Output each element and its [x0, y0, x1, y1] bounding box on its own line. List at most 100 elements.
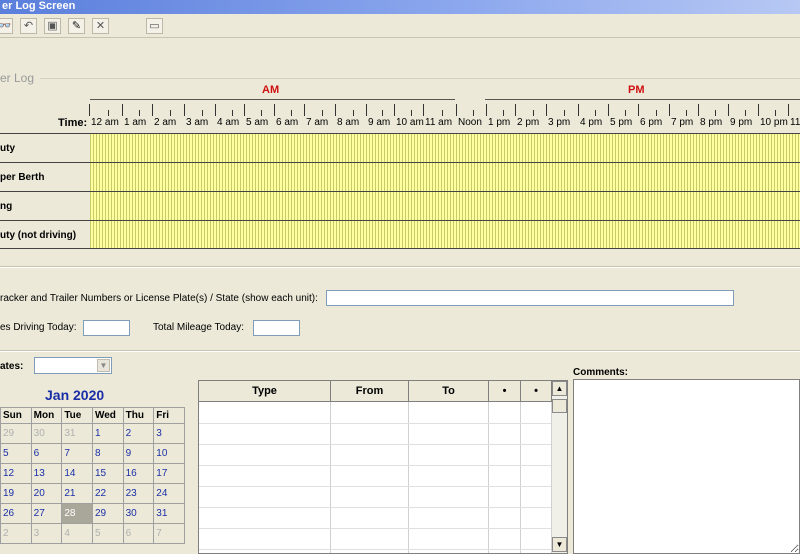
calendar-day[interactable]: 7 — [153, 523, 185, 544]
calendar-day[interactable]: 13 — [30, 463, 63, 484]
calendar-day[interactable]: 27 — [30, 503, 63, 524]
calendar-day[interactable]: 12 — [0, 463, 32, 484]
window-title: er Log Screen — [2, 0, 76, 12]
delete-icon[interactable]: ✕ — [92, 18, 109, 34]
calendar-day[interactable]: 31 — [153, 503, 185, 524]
hour-label: 3 pm — [548, 117, 571, 128]
hour-tick — [515, 104, 516, 116]
section-divider — [0, 266, 800, 268]
hour-label: 4 am — [217, 117, 240, 128]
calendar-day[interactable]: 2 — [0, 523, 32, 544]
hour-tick — [669, 104, 670, 116]
calendar-day[interactable]: 21 — [61, 483, 93, 504]
scroll-down-icon[interactable]: ▼ — [552, 537, 567, 552]
calendar-day[interactable]: 3 — [30, 523, 63, 544]
half-hour-tick — [686, 110, 687, 116]
calendar-day[interactable]: 22 — [91, 483, 124, 504]
hour-label: 11 — [790, 117, 800, 128]
calendar: Sun Mon Tue Wed Thu Fri 29 30 31 1 2 3 5 6 7 8 9 10 12 13 14… — [0, 407, 185, 544]
duty-status-label: per Berth — [0, 172, 45, 183]
hour-label: 8 am — [337, 117, 360, 128]
table-row[interactable] — [199, 465, 551, 466]
hour-tick — [122, 104, 123, 116]
calendar-day[interactable]: 3 — [153, 423, 185, 444]
calendar-day[interactable]: 16 — [122, 463, 155, 484]
total-mileage-label: Total Mileage Today: — [153, 322, 244, 333]
half-hour-tick — [232, 110, 233, 116]
list-column — [331, 402, 409, 553]
calendar-day-header: Mon — [30, 407, 63, 424]
table-row[interactable] — [199, 549, 551, 550]
save-icon[interactable]: ▣ — [44, 18, 61, 34]
tractor-trailer-label: racker and Trailer Numbers or License Pl… — [0, 293, 318, 304]
calendar-day-selected[interactable]: 28 — [61, 503, 93, 524]
events-list[interactable]: ▲ ▼ Type From To • • — [198, 380, 568, 554]
calendar-day[interactable]: 7 — [61, 443, 93, 464]
calendar-day[interactable]: 1 — [91, 423, 124, 444]
calendar-day[interactable]: 8 — [91, 443, 124, 464]
calendar-day[interactable]: 30 — [122, 503, 155, 524]
calendar-day-header: Fri — [153, 407, 185, 424]
window-title-bar: er Log Screen — [0, 0, 800, 14]
scroll-thumb[interactable] — [552, 399, 567, 413]
calendar-day[interactable]: 2 — [122, 423, 155, 444]
chevron-down-icon[interactable]: ▼ — [97, 359, 110, 372]
calendar-day[interactable]: 9 — [122, 443, 155, 464]
total-mileage-input[interactable] — [253, 320, 300, 336]
calendar-day[interactable]: 14 — [61, 463, 93, 484]
calendar-day[interactable]: 24 — [153, 483, 185, 504]
time-label: Time: — [58, 117, 88, 129]
am-label: AM — [262, 84, 280, 96]
undo-icon[interactable]: ↶ — [20, 18, 37, 34]
calendar-day[interactable]: 4 — [61, 523, 93, 544]
events-scrollbar[interactable]: ▲ ▼ — [551, 381, 567, 553]
edit-icon[interactable]: ✎ — [68, 18, 85, 34]
calendar-day[interactable]: 6 — [122, 523, 155, 544]
column-header[interactable]: • — [489, 381, 521, 402]
calendar-day[interactable]: 15 — [91, 463, 124, 484]
calendar-day[interactable]: 5 — [0, 443, 32, 464]
table-row[interactable] — [199, 444, 551, 445]
half-hour-tick — [202, 110, 203, 116]
hour-tick — [758, 104, 759, 116]
column-header[interactable]: From — [331, 381, 409, 402]
half-hour-tick — [291, 110, 292, 116]
hour-label: 3 am — [186, 117, 209, 128]
half-hour-tick — [595, 110, 596, 116]
table-row[interactable] — [199, 507, 551, 508]
calendar-day[interactable]: 17 — [153, 463, 185, 484]
toolbar: 👓 ↶ ▣ ✎ ✕ ▭ — [0, 14, 800, 38]
scroll-up-icon[interactable]: ▲ — [552, 381, 567, 396]
comments-label: Comments: — [573, 367, 629, 378]
binoculars-icon[interactable]: 👓 — [0, 18, 13, 34]
miles-driving-input[interactable] — [83, 320, 130, 336]
calendar-day[interactable]: 10 — [153, 443, 185, 464]
calendar-day[interactable]: 6 — [30, 443, 63, 464]
calendar-day-header: Sun — [0, 407, 32, 424]
column-header[interactable]: Type — [199, 381, 331, 402]
table-row[interactable] — [199, 423, 551, 424]
calendar-day[interactable]: 20 — [30, 483, 63, 504]
half-hour-tick — [139, 110, 140, 116]
calendar-day[interactable]: 29 — [91, 503, 124, 524]
calendar-month-title: Jan 2020 — [45, 387, 105, 403]
hour-label: 6 pm — [640, 117, 663, 128]
calendar-day[interactable]: 5 — [91, 523, 124, 544]
calendar-day[interactable]: 30 — [30, 423, 63, 444]
blank-icon[interactable]: ▭ — [146, 18, 163, 34]
calendar-day[interactable]: 29 — [0, 423, 32, 444]
table-row[interactable] — [199, 486, 551, 487]
column-header[interactable]: To — [409, 381, 489, 402]
calendar-day[interactable]: 23 — [122, 483, 155, 504]
comments-textarea[interactable] — [573, 379, 800, 554]
calendar-day[interactable]: 26 — [0, 503, 32, 524]
calendar-day[interactable]: 19 — [0, 483, 32, 504]
dates-dropdown[interactable]: ▼ — [34, 357, 112, 374]
table-row[interactable] — [199, 528, 551, 529]
tractor-trailer-input[interactable] — [326, 290, 734, 306]
column-header[interactable]: • — [521, 381, 552, 402]
calendar-day[interactable]: 31 — [61, 423, 93, 444]
half-hour-tick — [322, 110, 323, 116]
hour-label: 10 am — [396, 117, 424, 128]
section-divider — [0, 350, 800, 352]
